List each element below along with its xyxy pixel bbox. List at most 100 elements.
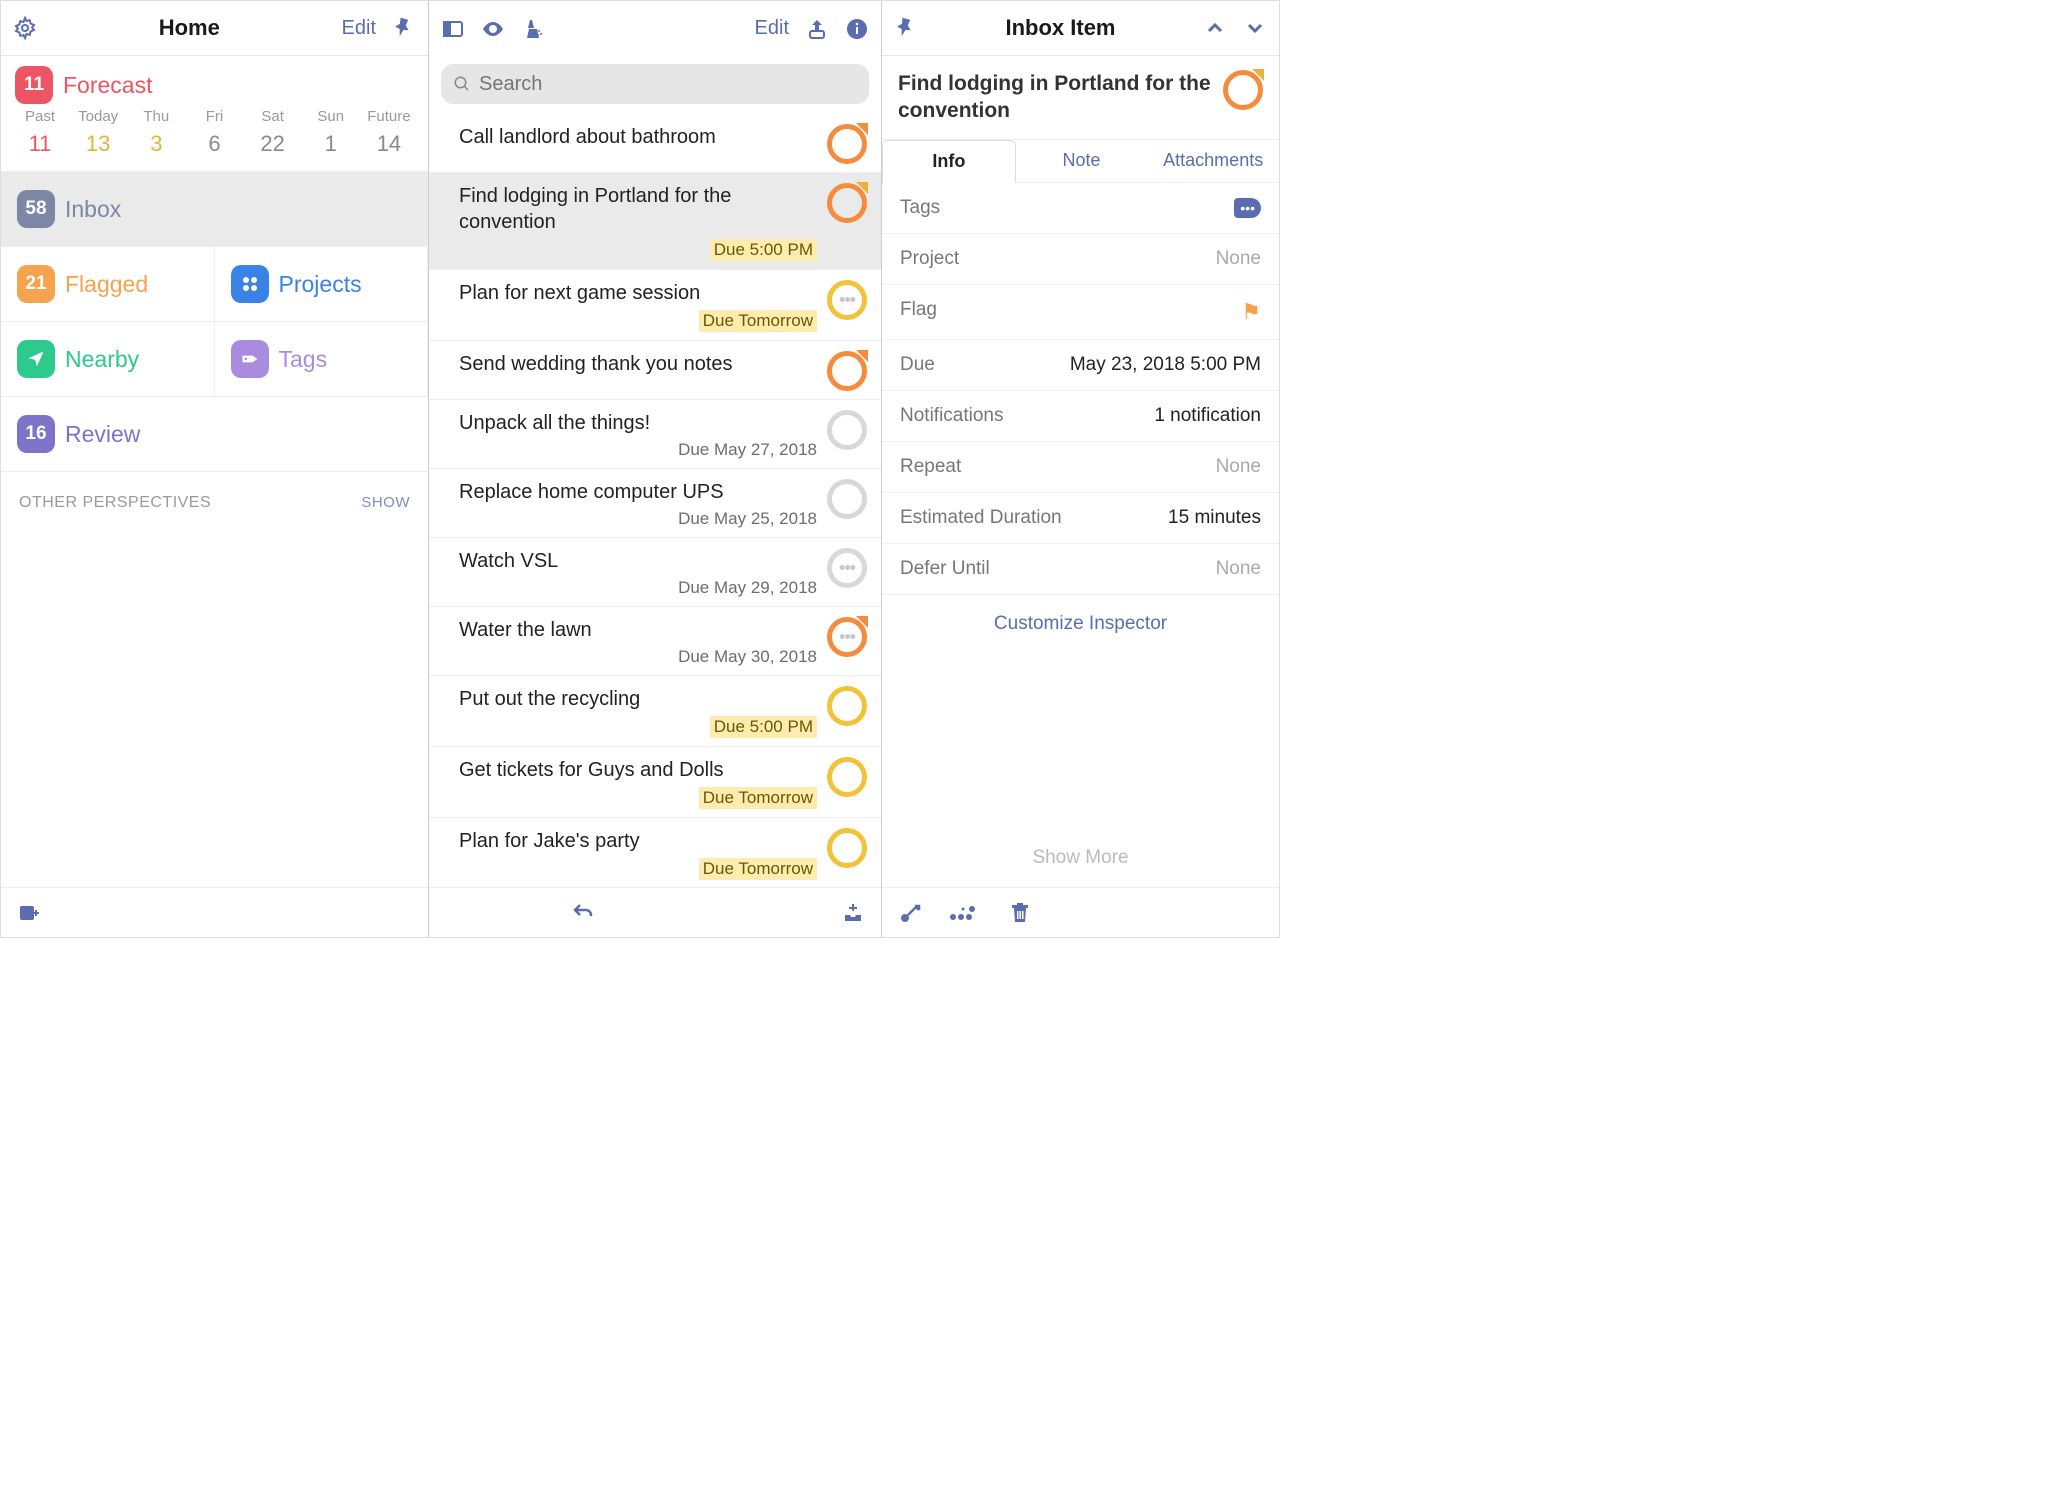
forecast-day[interactable]: Sat22 <box>248 108 298 157</box>
task-row[interactable]: Plan for Jake's partyDue Tomorrow <box>429 818 881 887</box>
review-badge: 16 <box>17 415 55 453</box>
info-icon[interactable] <box>845 17 869 41</box>
forecast-day[interactable]: Fri6 <box>189 108 239 157</box>
tab-info[interactable]: Info <box>882 140 1016 183</box>
forecast-day[interactable]: Past11 <box>15 108 65 157</box>
inbox-badge: 58 <box>17 190 55 228</box>
task-status-circle[interactable] <box>827 757 867 797</box>
tags-cell[interactable]: Tags <box>215 322 429 397</box>
search-input[interactable] <box>479 73 857 96</box>
inspector-prop[interactable]: Notifications1 notification <box>882 391 1279 442</box>
inbox-label: Inbox <box>65 196 121 223</box>
task-title: Send wedding thank you notes <box>459 351 817 377</box>
task-row[interactable]: Unpack all the things!Due May 27, 2018 <box>429 400 881 469</box>
prop-value: 1 notification <box>1154 405 1261 427</box>
task-row[interactable]: Water the lawnDue May 30, 2018••• <box>429 607 881 676</box>
customize-inspector-button[interactable]: Customize Inspector <box>882 595 1279 653</box>
task-status-circle[interactable] <box>827 828 867 868</box>
task-due: Due May 25, 2018 <box>459 509 817 529</box>
inspector-prop[interactable]: Flag⚑ <box>882 285 1279 340</box>
review-cell[interactable]: 16 Review <box>1 397 428 472</box>
task-status-circle[interactable]: ••• <box>827 280 867 320</box>
prop-value: None <box>1216 558 1261 580</box>
inspector-title-row: Find lodging in Portland for the convent… <box>882 56 1279 140</box>
task-row[interactable]: Put out the recycling Due 5:00 PM <box>429 676 881 747</box>
projects-label: Projects <box>279 271 362 298</box>
task-title: Watch VSL <box>459 548 817 574</box>
task-row[interactable]: Replace home computer UPSDue May 25, 201… <box>429 469 881 538</box>
prop-key: Defer Until <box>900 558 990 580</box>
flagged-cell[interactable]: 21 Flagged <box>1 247 215 322</box>
task-edit-button[interactable]: Edit <box>755 17 789 40</box>
trash-icon[interactable] <box>1008 901 1032 925</box>
prop-key: Repeat <box>900 456 961 478</box>
projects-cell[interactable]: Projects <box>215 247 429 322</box>
eye-icon[interactable] <box>481 17 505 41</box>
task-status-circle[interactable]: ••• <box>827 617 867 657</box>
prop-key: Estimated Duration <box>900 507 1062 529</box>
inspector-prop[interactable]: ProjectNone <box>882 234 1279 285</box>
task-row[interactable]: Send wedding thank you notes <box>429 341 881 400</box>
sidebar-toggle-icon[interactable] <box>441 17 465 41</box>
pin-icon[interactable] <box>392 16 416 40</box>
task-title: Find lodging in Portland for the convent… <box>459 183 817 235</box>
task-status-circle[interactable] <box>827 124 867 164</box>
convert-icon[interactable] <box>898 901 922 925</box>
sidebar: Home Edit 11 Forecast Past11Today13Thu3F… <box>1 1 429 937</box>
new-inbox-icon[interactable] <box>841 901 865 925</box>
task-row[interactable]: Find lodging in Portland for the convent… <box>429 173 881 270</box>
task-status-circle[interactable] <box>827 686 867 726</box>
forecast-day[interactable]: Today13 <box>73 108 123 157</box>
sidebar-edit-button[interactable]: Edit <box>342 17 376 40</box>
task-title: Call landlord about bathroom <box>459 124 817 150</box>
search-bar[interactable] <box>441 64 869 104</box>
task-status-circle[interactable] <box>827 479 867 519</box>
nearby-icon <box>17 340 55 378</box>
move-icon[interactable] <box>948 901 982 925</box>
undo-icon[interactable] <box>571 901 595 925</box>
tab-note[interactable]: Note <box>1016 140 1148 182</box>
show-button[interactable]: SHOW <box>361 494 410 512</box>
inspector-prop[interactable]: Tags••• <box>882 183 1279 234</box>
task-row[interactable]: Watch VSLDue May 29, 2018••• <box>429 538 881 607</box>
next-icon[interactable] <box>1243 16 1267 40</box>
review-label: Review <box>65 421 140 448</box>
task-title: Unpack all the things! <box>459 410 817 436</box>
task-status-circle[interactable] <box>827 183 867 223</box>
forecast-section[interactable]: 11 Forecast Past11Today13Thu3Fri6Sat22Su… <box>1 56 428 172</box>
task-row[interactable]: Get tickets for Guys and DollsDue Tomorr… <box>429 747 881 818</box>
inspector-prop[interactable]: Estimated Duration15 minutes <box>882 493 1279 544</box>
show-more-button[interactable]: Show More <box>882 829 1279 887</box>
prop-value: May 23, 2018 5:00 PM <box>1070 354 1261 376</box>
inspector-title[interactable]: Find lodging in Portland for the convent… <box>898 70 1211 125</box>
task-row[interactable]: Call landlord about bathroom <box>429 114 881 173</box>
task-pane: Edit Call landlord about bathroom Find lo… <box>429 1 882 937</box>
inspector-prop[interactable]: Defer Until None <box>882 544 1279 595</box>
tab-attachments[interactable]: Attachments <box>1147 140 1279 182</box>
share-icon[interactable] <box>805 17 829 41</box>
task-status-circle[interactable] <box>827 410 867 450</box>
forecast-day[interactable]: Sun1 <box>306 108 356 157</box>
inspector-header: Inbox Item <box>934 15 1187 41</box>
forecast-day[interactable]: Future14 <box>364 108 414 157</box>
inspector-prop[interactable]: DueMay 23, 2018 5:00 PM <box>882 340 1279 391</box>
pin-icon[interactable] <box>894 16 918 40</box>
inspector-properties: Tags•••ProjectNoneFlag⚑DueMay 23, 2018 5… <box>882 183 1279 595</box>
add-perspective-icon[interactable] <box>17 901 41 925</box>
task-due: Due 5:00 PM <box>710 716 817 738</box>
inbox-cell[interactable]: 58 Inbox <box>1 172 428 247</box>
inspector-prop[interactable]: RepeatNone <box>882 442 1279 493</box>
task-row[interactable]: Plan for next game sessionDue Tomorrow••… <box>429 270 881 341</box>
nearby-cell[interactable]: Nearby <box>1 322 215 397</box>
task-status-circle[interactable] <box>1223 70 1263 110</box>
forecast-day[interactable]: Thu3 <box>131 108 181 157</box>
prop-value: ••• <box>1234 197 1261 219</box>
task-title: Put out the recycling <box>459 686 817 712</box>
task-status-circle[interactable] <box>827 351 867 391</box>
task-status-circle[interactable]: ••• <box>827 548 867 588</box>
task-due: Due Tomorrow <box>699 787 817 809</box>
cleanup-icon[interactable] <box>521 17 545 41</box>
task-due: Due 5:00 PM <box>710 239 817 261</box>
prev-icon[interactable] <box>1203 16 1227 40</box>
gear-icon[interactable] <box>13 16 37 40</box>
